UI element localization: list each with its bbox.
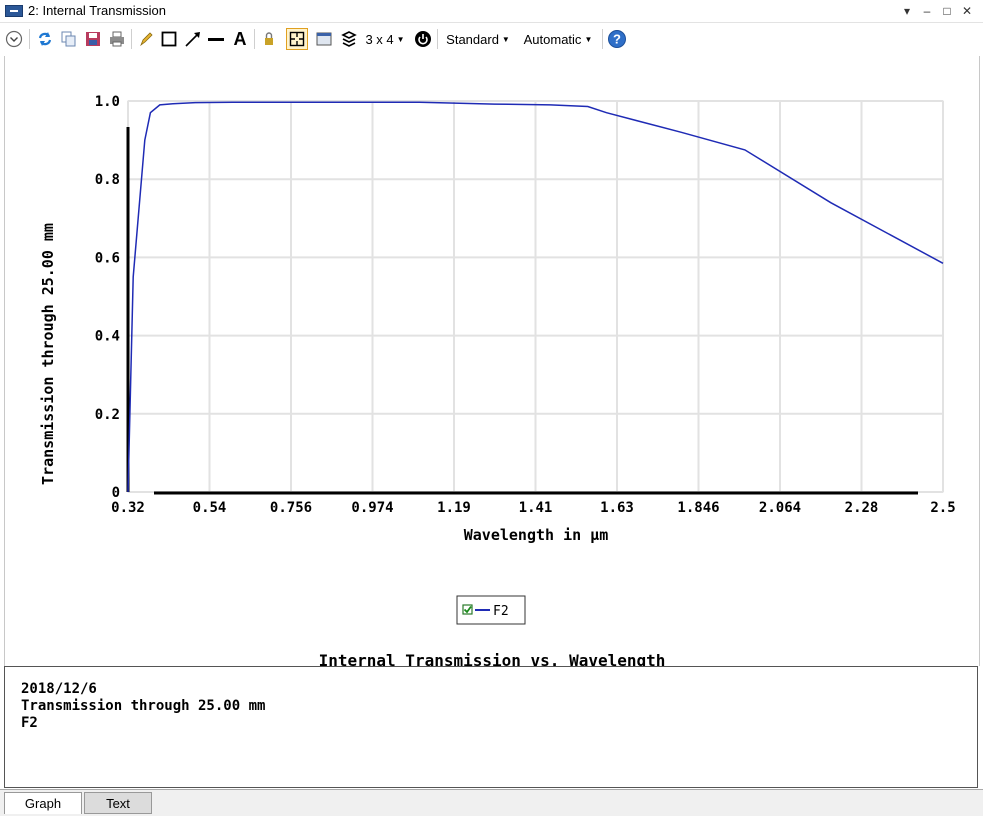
minimize-button[interactable]: – xyxy=(918,2,936,20)
x-tick-label: 1.846 xyxy=(677,500,719,516)
x-tick-label: 0.756 xyxy=(270,500,312,516)
info-date: 2018/12/6 xyxy=(21,681,97,697)
info-glass: F2 xyxy=(21,715,38,731)
tab-text-label: Text xyxy=(106,796,130,811)
layout-dropdown[interactable]: 3 x 4 ▼ xyxy=(362,28,408,50)
tab-graph-label: Graph xyxy=(24,796,62,811)
y-axis-label: Transmission through 25.00 mm xyxy=(39,223,57,485)
x-tick-label: 2.064 xyxy=(759,500,801,516)
svg-text:?: ? xyxy=(613,32,621,47)
automatic-label: Automatic xyxy=(523,31,582,47)
standard-label: Standard xyxy=(446,31,499,47)
chart-title: Internal Transmission vs. Wavelength xyxy=(319,651,666,666)
maximize-button[interactable]: □ xyxy=(938,2,956,20)
crosshair-icon[interactable] xyxy=(286,28,308,50)
chart-grid xyxy=(127,100,944,493)
y-tick-label: 0 xyxy=(112,485,120,501)
y-tick-label: 0.6 xyxy=(95,250,120,266)
copy-icon[interactable] xyxy=(59,28,79,50)
close-button[interactable]: ✕ xyxy=(958,2,976,20)
x-tick-label: 1.41 xyxy=(519,500,553,516)
window-title: 2: Internal Transmission xyxy=(28,3,167,18)
rectangle-icon[interactable] xyxy=(159,28,179,50)
info-panel: 2018/12/6 Transmission through 25.00 mm … xyxy=(4,666,978,788)
x-tick-label: 1.19 xyxy=(437,500,471,516)
chart-svg: 0.32 0.54 0.756 0.974 1.19 1.41 1.63 1.846 2.064… xyxy=(39,94,956,670)
title-bar: 2: Internal Transmission ▾ – □ ✕ xyxy=(0,0,983,23)
dropdown-icon[interactable]: ▾ xyxy=(898,2,916,20)
text-icon[interactable]: A xyxy=(229,28,251,50)
y-tick-label: 0.4 xyxy=(95,329,120,345)
info-description: Transmission through 25.00 mm xyxy=(21,698,266,714)
window-icon xyxy=(5,5,23,17)
x-tick-label: 0.974 xyxy=(351,500,393,516)
toolbar: A 3 x 4 ▼ Standard ▼ Automatic ▼ ? xyxy=(0,23,983,55)
legend-label: F2 xyxy=(493,604,509,619)
tab-text[interactable]: Text xyxy=(84,792,152,814)
tab-graph[interactable]: Graph xyxy=(4,792,82,814)
save-icon[interactable] xyxy=(83,28,103,50)
automatic-dropdown[interactable]: Automatic ▼ xyxy=(518,28,598,50)
standard-dropdown[interactable]: Standard ▼ xyxy=(442,28,514,50)
refresh-icon[interactable] xyxy=(35,28,55,50)
print-icon[interactable] xyxy=(107,28,127,50)
window-icon[interactable] xyxy=(314,28,334,50)
y-tick-label: 1.0 xyxy=(95,94,120,110)
tab-bar: Graph Text xyxy=(0,789,983,816)
power-icon[interactable] xyxy=(412,28,434,50)
layout-label: 3 x 4 xyxy=(365,31,394,47)
pencil-icon[interactable] xyxy=(136,28,156,50)
x-tick-label: 0.54 xyxy=(193,500,227,516)
x-tick-label: 2.5 xyxy=(930,500,955,516)
x-tick-label: 2.28 xyxy=(845,500,879,516)
x-axis-label: Wavelength in µm xyxy=(464,526,609,544)
layers-icon[interactable] xyxy=(339,28,359,50)
arrow-icon[interactable] xyxy=(183,28,203,50)
y-tick-label: 0.8 xyxy=(95,172,120,188)
help-icon[interactable]: ? xyxy=(606,28,628,50)
legend[interactable]: F2 xyxy=(456,595,526,625)
plot-area: 0.32 0.54 0.756 0.974 1.19 1.41 1.63 1.846 2.064… xyxy=(4,56,980,670)
lock-icon[interactable] xyxy=(259,28,279,50)
x-tick-label: 0.32 xyxy=(111,500,145,516)
line-icon[interactable] xyxy=(206,28,226,50)
x-tick-label: 1.63 xyxy=(600,500,634,516)
y-tick-label: 0.2 xyxy=(95,407,120,423)
chevron-down-icon[interactable] xyxy=(4,28,24,50)
